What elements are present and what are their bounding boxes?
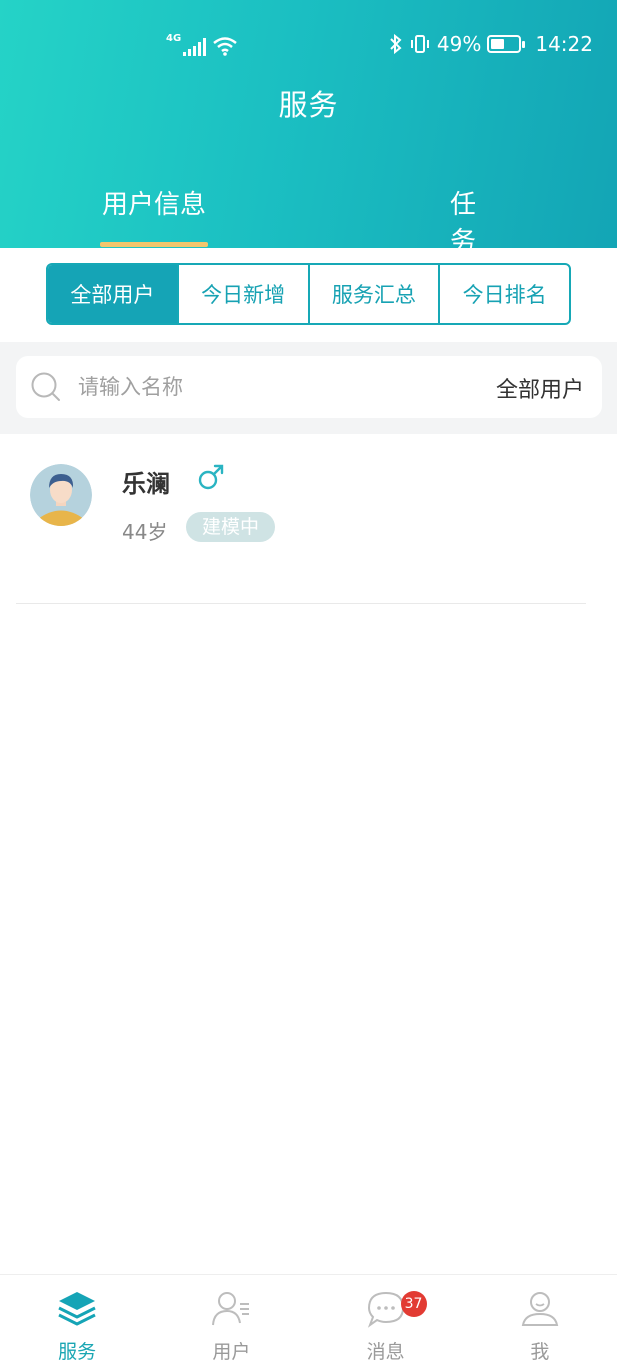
active-tab-indicator (100, 242, 208, 247)
filter-today-ranking[interactable]: 今日排名 (438, 265, 569, 323)
vibrate-icon (410, 35, 429, 53)
status-bar: 4G 49% 14:22 (0, 30, 617, 64)
search-scope-dropdown[interactable]: 全部用户 (496, 372, 584, 404)
tab-user-info[interactable]: 用户信息 (100, 184, 208, 221)
battery-icon (487, 35, 526, 53)
nav-service[interactable]: 服务 (0, 1275, 154, 1372)
message-count-badge: 37 (400, 1291, 427, 1317)
nav-users[interactable]: 用户 (154, 1275, 308, 1372)
status-right: 49% 14:22 (389, 32, 593, 56)
layers-icon (58, 1292, 96, 1326)
nav-label: 服务 (58, 1341, 97, 1363)
nav-label: 我 (530, 1341, 550, 1363)
male-gender-icon (198, 464, 224, 490)
wifi-icon (213, 37, 237, 56)
bluetooth-icon (390, 33, 402, 55)
search-input[interactable] (78, 368, 458, 406)
network-type: 4G (166, 33, 182, 44)
search-box: 全部用户 (16, 356, 602, 418)
nav-label: 消息 (366, 1341, 405, 1363)
page-title: 服务 (278, 88, 339, 122)
nav-label: 用户 (212, 1341, 251, 1363)
filter-service-summary[interactable]: 服务汇总 (307, 265, 439, 323)
filter-all-users[interactable]: 全部用户 (48, 265, 177, 323)
user-list-icon (212, 1292, 250, 1326)
nav-me[interactable]: 我 (463, 1275, 617, 1372)
nav-messages[interactable]: 37 消息 (309, 1275, 463, 1372)
list-item[interactable]: 乐澜 44岁 建模中 (16, 434, 586, 604)
bottom-nav: 服务 用户 37 消息 我 (0, 1274, 617, 1372)
header: 4G 49% 14:22 服务 用户信息 任务 (0, 0, 617, 257)
search-area: 全部用户 (0, 342, 617, 434)
filter-segmented-control: 全部用户 今日新增 服务汇总 今日排名 (46, 263, 571, 325)
avatar (30, 464, 92, 526)
battery-percent: 49% (436, 32, 482, 56)
user-age: 44岁 (122, 520, 168, 544)
network-indicator: 4G (166, 34, 238, 56)
status-badge: 建模中 (186, 512, 276, 542)
search-icon (31, 372, 60, 401)
chat-icon (367, 1291, 404, 1328)
tab-tasks[interactable]: 任务 (438, 184, 488, 258)
clock: 14:22 (535, 32, 593, 56)
profile-icon (521, 1292, 559, 1326)
signal-icon (183, 38, 207, 56)
filter-new-today[interactable]: 今日新增 (176, 265, 308, 323)
user-name: 乐澜 (122, 470, 170, 498)
